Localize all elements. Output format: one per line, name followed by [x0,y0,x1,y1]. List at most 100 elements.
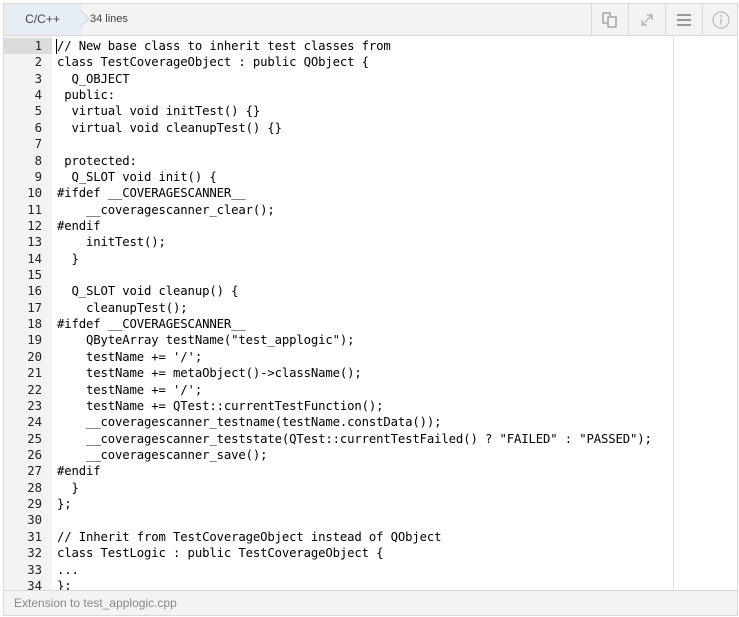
toolbar: C/C++ 34 lines [4,4,737,36]
code-line: 29}; [4,496,737,512]
code-line: 11 __coveragescanner_clear(); [4,202,737,218]
code-line: 28 } [4,480,737,496]
code-text: testName += metaObject()->className(); [57,366,362,381]
menu-button[interactable] [665,4,702,35]
code-line: 27 #endif [4,463,737,479]
code-line: 2 class TestCoverageObject : public QObje… [4,54,737,70]
line-number: 22 [27,382,42,397]
line-number: 7 [34,137,42,152]
line-number: 33 [27,562,42,577]
code-text: __coveragescanner_clear(); [57,202,275,217]
snippet-caption: Extension to test_applogic.cpp [4,590,737,615]
line-number: 26 [27,448,42,462]
code-text: testName += '/'; [57,382,203,397]
line-number: 4 [34,88,42,103]
info-button[interactable] [702,4,739,35]
code-line: 13 initTest(); [4,234,737,250]
line-count: 34 lines [90,13,128,25]
code-text: } [57,251,79,266]
code-text: }; [57,497,72,512]
code-line: 9 Q_SLOT void init() { [4,169,737,185]
line-number: 32 [27,546,42,561]
code-text: testName += QTest::currentTestFunction()… [57,398,384,413]
code-text: __coveragescanner_save(); [57,448,268,462]
code-text: // Inherit from TestCoverageObject inste… [57,529,442,544]
code-line: 8 protected: [4,153,737,169]
line-number: 14 [27,251,42,266]
line-number: 2 [34,55,42,70]
line-number: 3 [34,71,42,86]
code-snippet-widget: C/C++ 34 lines 1 // New base class to inh… [3,3,738,616]
code-text: } [57,480,79,495]
code-text: class TestLogic : public TestCoverageObj… [57,546,384,561]
code-text: __coveragescanner_teststate(QTest::curre… [57,431,652,446]
code-text: // New base class to inherit test classe… [57,39,391,53]
line-number: 29 [27,497,42,512]
line-number: 19 [27,333,42,348]
code-line: 1 // New base class to inherit test class… [4,38,737,55]
code-text: Q_SLOT void cleanup() { [57,284,239,299]
expand-button[interactable] [628,4,665,35]
line-number: 25 [27,431,42,446]
code-line: 4 public: [4,87,737,103]
code-line: 20 testName += '/'; [4,349,737,365]
language-label: C/C++ [4,4,81,35]
code-text: cleanupTest(); [57,300,188,315]
line-number: 21 [27,366,42,381]
code-line: 32 class TestLogic : public TestCoverageO… [4,545,737,561]
line-number: 10 [27,186,42,201]
code-text: ... [57,562,79,577]
line-number: 13 [27,235,42,250]
code-text: virtual void cleanupTest() {} [57,120,283,135]
line-number: 27 [27,464,42,479]
text-cursor [56,39,57,54]
line-number: 18 [27,317,42,332]
info-icon [712,10,730,29]
line-number: 30 [27,513,42,528]
code-line: 16 Q_SLOT void cleanup() { [4,283,737,299]
code-text: virtual void initTest() {} [57,104,261,119]
line-number: 1 [4,38,52,55]
code-line: 14 } [4,251,737,267]
line-number: 17 [27,300,42,315]
code-line: 21 testName += metaObject()->className()… [4,365,737,381]
code-line: 10 #ifdef __COVERAGESCANNER__ [4,185,737,201]
menu-icon [677,13,691,26]
expand-icon [641,13,653,26]
code-line: 19 QByteArray testName("test_applogic"); [4,332,737,348]
code-line: 15 [4,267,737,283]
code-text: initTest(); [57,235,166,250]
code-line: 12 #endif [4,218,737,234]
code-line: 26 __coveragescanner_save(); [4,447,737,463]
code-text: class TestCoverageObject : public QObjec… [57,55,369,70]
copy-button[interactable] [591,4,628,35]
code-text: QByteArray testName("test_applogic"); [57,333,355,348]
line-number: 31 [27,529,42,544]
code-line: 3 Q_OBJECT [4,71,737,87]
line-number: 5 [34,104,42,119]
code-line: 24 __coveragescanner_testname(testName.c… [4,414,737,430]
code-area[interactable]: 1 // New base class to inherit test class… [4,36,737,591]
code-line: 30 [4,512,737,528]
code-line: 6 virtual void cleanupTest() {} [4,120,737,136]
line-number: 24 [27,415,42,430]
code-line: 5 virtual void initTest() {} [4,103,737,119]
copy-icon [602,11,617,28]
code-text: #endif [57,218,101,233]
code-line: 17 cleanupTest(); [4,300,737,316]
line-number: 16 [27,284,42,299]
code-text: __coveragescanner_testname(testName.cons… [57,415,442,430]
line-number: 23 [27,398,42,413]
code-text: public: [57,88,116,103]
line-number: 9 [34,169,42,184]
line-number: 8 [34,153,42,168]
code-line: 25 __coveragescanner_teststate(QTest::cu… [4,431,737,447]
code-text: protected: [57,153,137,168]
code-text: Q_SLOT void init() { [57,169,217,184]
code-line: 7 [4,136,737,152]
code-line: 18 #ifdef __COVERAGESCANNER__ [4,316,737,332]
code-text: Q_OBJECT [57,71,130,86]
line-number: 15 [27,268,42,283]
code-text: testName += '/'; [57,349,203,364]
code-line: 33... [4,562,737,578]
